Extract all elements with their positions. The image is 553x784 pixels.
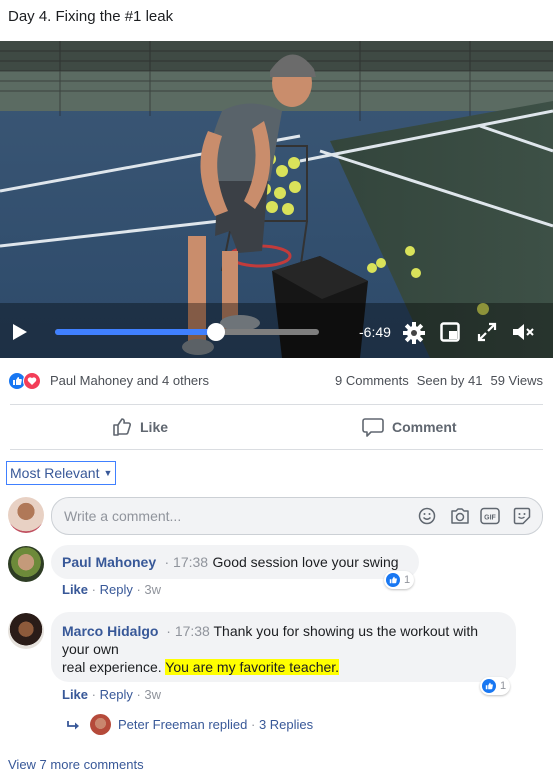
comment-age[interactable]: 3w [144,582,161,597]
mute-icon[interactable] [512,322,536,347]
reaction-count: 1 [500,680,507,692]
thumbs-up-icon [113,418,131,436]
comment-bubble: Paul Mahoney · 17:38 Good session love y… [51,545,419,579]
divider [10,449,543,450]
emoji-icon[interactable] [418,507,436,530]
comment-composer[interactable]: Write a comment... GIF [51,497,543,535]
comment-like-link[interactable]: Like [62,687,88,702]
comment-text-line-2: your own [62,641,119,657]
like-label: Like [140,419,169,435]
miniplayer-icon[interactable] [440,322,460,347]
view-replies-link[interactable]: Peter Freeman replied · 3 Replies [118,717,313,732]
comment-text-line-3: real experience. [62,659,162,675]
comment-reaction-count[interactable]: 1 [384,571,415,589]
reply-count: 3 Replies [258,717,314,732]
avatar[interactable] [8,546,44,582]
comment-text-line-1: Thank you for showing us the workout wit… [213,623,479,639]
seen-by[interactable]: Seen by 41 [417,373,483,388]
svg-text:GIF: GIF [484,515,496,522]
comment-reply-link[interactable]: Reply [100,582,133,597]
seek-bar-progress [55,329,216,335]
love-icon [23,372,41,390]
comment-bubble: Marco Hidalgo · 17:38 Thank you for show… [51,612,516,682]
highlighted-text: You are my favorite teacher. [165,659,340,675]
like-button[interactable]: Like [112,416,168,438]
post-stats: 9 Comments Seen by 41 59 Views [327,373,543,388]
reply-avatar[interactable] [90,714,111,735]
sort-label: Most Relevant [10,465,100,481]
comment-actions: Like · Reply · 3w [62,582,162,597]
current-user-avatar[interactable] [8,497,44,533]
chevron-down-icon: ▼ [103,468,113,478]
comment-icon [362,418,384,437]
like-icon [386,573,400,587]
post-title: Day 4. Fixing the #1 leak [8,8,174,25]
like-icon [482,679,496,693]
time-remaining: -6:49 [359,324,391,340]
comment-sort-dropdown[interactable]: Most Relevant ▼ [6,461,117,485]
comment-input[interactable]: Write a comment... [64,508,181,524]
comment-reaction-count[interactable]: 1 [480,677,511,695]
camera-icon[interactable] [450,507,470,530]
comment-like-link[interactable]: Like [62,582,88,597]
comment-time-sep: · [162,623,175,639]
comment-button[interactable]: Comment [362,416,457,438]
comment-label: Comment [392,419,457,435]
reply-arrow-icon [66,719,80,737]
fullscreen-icon[interactable] [477,322,497,347]
reaction-count: 1 [404,574,411,586]
comment-reply-link[interactable]: Reply [100,687,133,702]
play-icon[interactable] [12,323,28,346]
comment-text: Good session love your swing [212,554,399,570]
video-player[interactable] [0,41,553,358]
view-more-comments-link[interactable]: View 7 more comments [8,757,144,772]
reaction-names[interactable]: Paul Mahoney and 4 others [50,373,209,388]
gif-icon[interactable]: GIF [480,507,500,530]
comment-timestamp[interactable]: 17:38 [175,623,210,639]
comment-author[interactable]: Marco Hidalgo [62,623,158,639]
reply-author: Peter Freeman [118,717,205,732]
comment-timestamp[interactable]: 17:38 [173,554,208,570]
gear-icon[interactable] [403,322,425,349]
comment-actions: Like · Reply · 3w [62,687,162,702]
divider [10,404,543,405]
comment-age[interactable]: 3w [144,687,161,702]
seek-handle[interactable] [207,323,225,341]
comment-count[interactable]: 9 Comments [335,373,409,388]
reaction-icons[interactable] [8,372,41,390]
avatar[interactable] [8,613,44,649]
video-frame [0,41,553,358]
reply-action: replied [208,717,248,732]
comment-author[interactable]: Paul Mahoney [62,554,156,570]
comment-time-sep: · [160,554,174,570]
sticker-icon[interactable] [513,507,531,530]
view-count: 59 Views [490,373,543,388]
